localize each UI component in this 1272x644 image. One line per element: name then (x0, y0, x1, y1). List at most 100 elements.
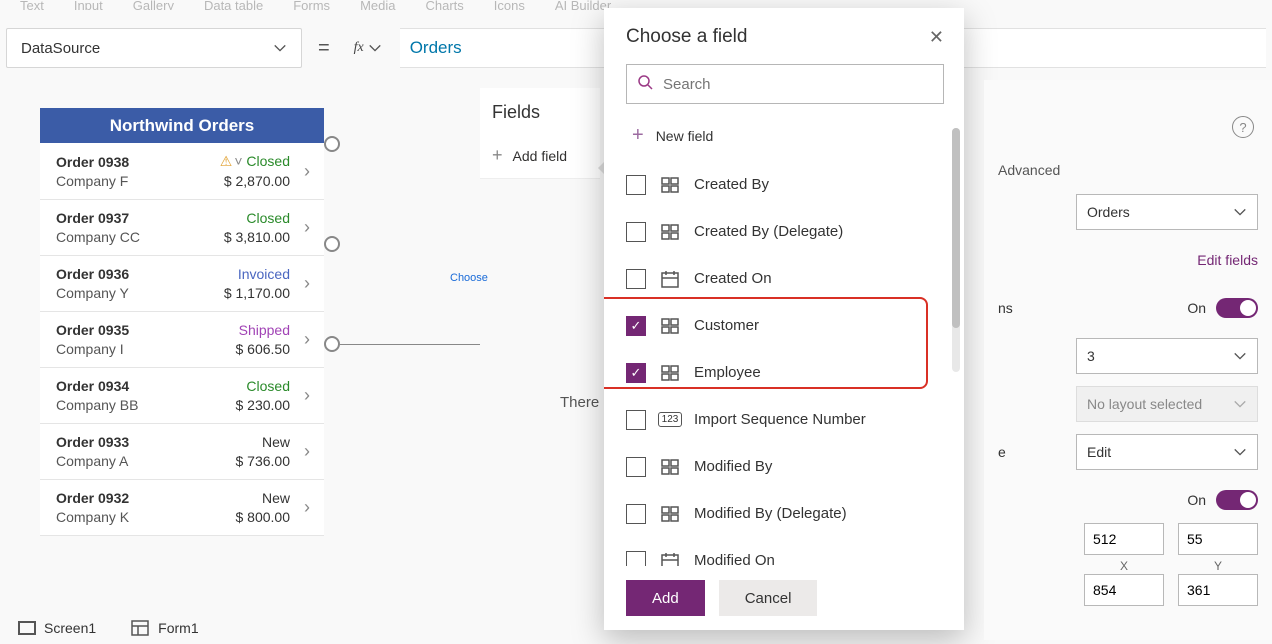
property-dropdown[interactable]: DataSource (6, 28, 302, 68)
field-item[interactable]: 123Import Sequence Number (626, 396, 950, 443)
field-checkbox[interactable]: ✓ (626, 363, 646, 383)
help-icon[interactable]: ? (1232, 116, 1254, 138)
field-item[interactable]: Modified On (626, 537, 950, 566)
chevron-right-icon[interactable]: › (290, 329, 310, 350)
order-row[interactable]: Order 0934Closed›Company BB$ 230.00 (40, 368, 324, 424)
edit-fields-link[interactable]: Edit fields (1197, 252, 1258, 268)
field-type-icon: 123 (660, 410, 680, 430)
mode-dropdown[interactable]: Edit (1076, 434, 1258, 470)
mode-label: e (998, 444, 1006, 460)
add-field-button[interactable]: + Add field (480, 137, 600, 179)
chevron-right-icon[interactable]: › (290, 161, 310, 182)
order-row[interactable]: Order 0937Closed›Company CC$ 3,810.00 (40, 200, 324, 256)
toggle-state: On (1187, 492, 1206, 508)
field-checkbox[interactable] (626, 551, 646, 567)
chevron-right-icon[interactable]: › (290, 497, 310, 518)
choose-field-title: Choose a field (626, 26, 747, 48)
field-item[interactable]: Modified By (Delegate) (626, 490, 950, 537)
y-label: Y (1214, 559, 1222, 573)
plus-icon: + (632, 124, 644, 147)
field-item[interactable]: ✓Employee (626, 349, 950, 396)
resize-handle[interactable] (324, 336, 340, 352)
chevron-down-icon (1233, 445, 1247, 459)
tree-screen-node[interactable]: Screen1 (18, 620, 96, 636)
gallery-title: Northwind Orders (40, 108, 324, 143)
resize-handle[interactable] (324, 136, 340, 152)
field-search-input[interactable] (663, 76, 933, 93)
fx-button[interactable]: fx (346, 28, 390, 68)
chevron-right-icon[interactable]: › (290, 385, 310, 406)
order-status: New (236, 434, 291, 450)
choose-field-dialog: Choose a field ✕ + New field Created ByC… (604, 8, 964, 630)
datasource-dropdown[interactable]: Orders (1076, 194, 1258, 230)
snap-columns-toggle[interactable] (1216, 298, 1258, 318)
field-item[interactable]: Created On (626, 255, 950, 302)
field-checkbox[interactable] (626, 175, 646, 195)
field-item[interactable]: Created By (626, 161, 950, 208)
field-name: Modified By (694, 458, 772, 475)
x-input[interactable] (1084, 523, 1164, 555)
chevron-down-icon (1233, 349, 1247, 363)
x-label: X (1120, 559, 1128, 573)
columns-dropdown[interactable]: 3 (1076, 338, 1258, 374)
lookup-icon (660, 504, 680, 524)
field-name: Modified On (694, 552, 775, 566)
width-input[interactable] (1084, 574, 1164, 606)
new-field-button[interactable]: + New field (604, 110, 964, 157)
field-item[interactable]: ✓Customer (626, 302, 950, 349)
order-row[interactable]: Order 0936Invoiced›Company Y$ 1,170.00 (40, 256, 324, 312)
search-icon (637, 74, 653, 95)
visible-toggle[interactable] (1216, 490, 1258, 510)
order-row[interactable]: Order 0933New›Company A$ 736.00 (40, 424, 324, 480)
chevron-right-icon[interactable]: › (290, 217, 310, 238)
order-id: Order 0933 (56, 434, 236, 450)
lookup-icon (660, 363, 680, 383)
order-row[interactable]: Order 0935Shipped›Company I$ 606.50 (40, 312, 324, 368)
field-name: Created On (694, 270, 772, 287)
field-list[interactable]: Created By Created By (Delegate) Created O… (604, 157, 964, 566)
new-field-label: New field (656, 128, 714, 144)
order-amount: $ 3,810.00 (224, 229, 290, 245)
scrollbar-thumb[interactable] (952, 128, 960, 328)
field-type-icon (660, 551, 680, 567)
columns-value: 3 (1087, 348, 1095, 364)
field-checkbox[interactable] (626, 222, 646, 242)
chevron-down-icon (273, 41, 287, 55)
order-company: Company BB (56, 397, 236, 413)
field-checkbox[interactable] (626, 410, 646, 430)
formula-value: Orders (410, 38, 462, 58)
orders-gallery[interactable]: Northwind Orders Order 0938⚠˅ Closed›Com… (40, 108, 324, 536)
chevron-down-icon (1233, 205, 1247, 219)
order-row[interactable]: Order 0932New›Company K$ 800.00 (40, 480, 324, 536)
field-checkbox[interactable] (626, 269, 646, 289)
add-button[interactable]: Add (626, 580, 705, 616)
field-checkbox[interactable] (626, 457, 646, 477)
field-checkbox[interactable]: ✓ (626, 316, 646, 336)
order-amount: $ 800.00 (236, 509, 291, 525)
cancel-button[interactable]: Cancel (719, 580, 818, 616)
field-item[interactable]: Created By (Delegate) (626, 208, 950, 255)
height-input[interactable] (1178, 574, 1258, 606)
order-row[interactable]: Order 0938⚠˅ Closed›Company F$ 2,870.00 (40, 143, 324, 200)
order-id: Order 0937 (56, 210, 224, 226)
field-type-icon (660, 316, 680, 336)
tree-form-node[interactable]: Form1 (130, 618, 198, 638)
field-checkbox[interactable] (626, 504, 646, 524)
close-icon[interactable]: ✕ (929, 27, 944, 48)
layout-value: No layout selected (1087, 396, 1202, 412)
tab-advanced[interactable]: Advanced (998, 162, 1060, 188)
resize-handle[interactable] (324, 236, 340, 252)
form-icon (130, 618, 150, 638)
lookup-icon (660, 316, 680, 336)
order-company: Company Y (56, 285, 224, 301)
add-field-label: Add field (513, 148, 567, 164)
field-type-icon (660, 457, 680, 477)
y-input[interactable] (1178, 523, 1258, 555)
chevron-right-icon[interactable]: › (290, 441, 310, 462)
field-name: Created By (694, 176, 769, 193)
chevron-right-icon[interactable]: › (290, 273, 310, 294)
field-item[interactable]: Modified By (626, 443, 950, 490)
field-search-box[interactable] (626, 64, 944, 104)
order-id: Order 0934 (56, 378, 236, 394)
order-status: Invoiced (224, 266, 290, 282)
